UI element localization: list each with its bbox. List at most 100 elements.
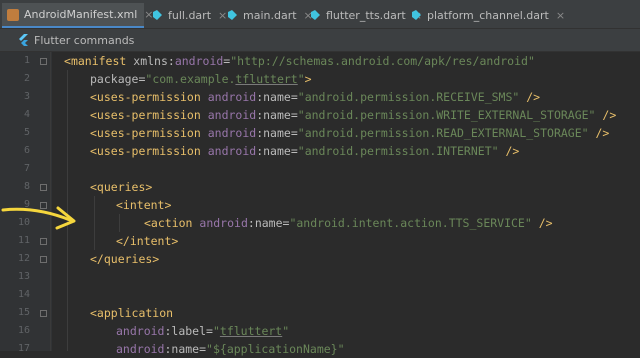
- token: package: [90, 72, 139, 86]
- token: <uses-permission: [90, 90, 201, 104]
- indent-guide: [119, 214, 120, 232]
- tab-androidmanifest-xml[interactable]: AndroidManifest.xml ×: [2, 3, 153, 28]
- token: =: [199, 342, 207, 356]
- code-line-5: <uses-permission android:name="android.p…: [90, 124, 609, 142]
- token: android: [207, 108, 257, 122]
- token: "com.example.: [145, 72, 236, 86]
- token: label: [171, 324, 207, 338]
- token: <uses-permission: [90, 144, 201, 158]
- token: android: [116, 342, 165, 356]
- token: tfluttert: [235, 72, 298, 86]
- dart-file-icon: [153, 10, 162, 20]
- close-tab-icon[interactable]: ×: [556, 9, 565, 22]
- line-number: 8: [23, 181, 30, 192]
- token: <action: [144, 216, 193, 230]
- token: "android.permission.INTERNET": [297, 144, 499, 158]
- line-number: 4: [23, 109, 30, 120]
- token: :: [167, 54, 175, 68]
- code-line-6: <uses-permission android:name="android.p…: [90, 142, 519, 160]
- token: android: [207, 90, 257, 104]
- token: "android.intent.action.TTS_SERVICE": [289, 216, 532, 230]
- indent-guide: [94, 196, 95, 250]
- tab-main-dart[interactable]: main.dart ×: [221, 3, 313, 27]
- code-line-15: <application: [90, 306, 174, 320]
- token: <uses-permission: [90, 126, 201, 140]
- token: android: [207, 144, 257, 158]
- tab-label: AndroidManifest.xml: [24, 8, 138, 21]
- tab-flutter-tts-dart[interactable]: flutter_tts.dart ×: [304, 3, 422, 27]
- token: name: [263, 126, 291, 140]
- token: =: [290, 90, 298, 104]
- token: "android.permission.RECEIVE_SMS": [297, 90, 520, 104]
- code-line-17: android:name="${applicationName}": [116, 340, 345, 358]
- line-number: 11: [17, 235, 30, 246]
- code-line-9: <intent>: [116, 198, 172, 212]
- token: manifest: [70, 54, 127, 68]
- token: />: [498, 144, 520, 158]
- token: >: [304, 72, 312, 86]
- fold-marker-icon[interactable]: [40, 58, 47, 65]
- line-number: 16: [17, 325, 30, 336]
- token: "http://schemas.android.com/apk/res/andr…: [230, 54, 535, 68]
- token: android: [116, 324, 165, 338]
- token: :: [247, 216, 255, 230]
- token: "${applicationName}": [206, 342, 345, 356]
- token: />: [588, 126, 610, 140]
- tab-label: platform_channel.dart: [427, 8, 549, 22]
- line-number: 12: [17, 253, 30, 264]
- flutter-commands-bar[interactable]: Flutter commands: [0, 29, 640, 52]
- token: name: [263, 144, 291, 158]
- token: ": [212, 324, 220, 338]
- fold-marker-icon[interactable]: [40, 256, 47, 263]
- code-line-4: <uses-permission android:name="android.p…: [90, 106, 616, 124]
- token: ": [282, 324, 290, 338]
- line-number: 17: [17, 343, 30, 354]
- line-number: 2: [23, 73, 30, 84]
- token: />: [519, 90, 541, 104]
- token: <uses-permission: [90, 108, 201, 122]
- tab-platform-channel-dart[interactable]: platform_channel.dart ×: [405, 3, 565, 27]
- line-number: 6: [23, 145, 30, 156]
- token: =: [290, 108, 298, 122]
- xml-file-icon: [7, 8, 19, 21]
- code-line-8: <queries>: [90, 180, 153, 194]
- code-line-2: package="com.example.tfluttert">: [90, 70, 312, 88]
- line-number: 13: [17, 271, 30, 282]
- tab-label: main.dart: [243, 8, 297, 22]
- token: =: [206, 324, 213, 338]
- token: <: [64, 54, 71, 68]
- token: =: [290, 126, 298, 140]
- tab-full-dart[interactable]: full.dart ×: [146, 3, 227, 27]
- line-number: 5: [23, 127, 30, 138]
- token: "android.permission.READ_EXTERNAL_STORAG…: [297, 126, 589, 140]
- editor-tab-bar: AndroidManifest.xml × full.dart × main.d…: [0, 0, 640, 29]
- dart-file-icon: [228, 10, 237, 20]
- code-editor[interactable]: <manifest xmlns:android="http://schemas.…: [64, 52, 640, 356]
- token: name: [254, 216, 283, 230]
- token: />: [595, 108, 617, 122]
- token: android: [199, 216, 248, 230]
- line-number: 14: [17, 289, 30, 300]
- dart-file-icon: [311, 10, 320, 20]
- token: android: [207, 126, 257, 140]
- fold-marker-icon[interactable]: [40, 238, 47, 245]
- token: "android.permission.WRITE_EXTERNAL_STORA…: [297, 108, 596, 122]
- fold-marker-icon[interactable]: [40, 310, 47, 317]
- token: tfluttert: [219, 324, 283, 338]
- token: android: [174, 54, 224, 68]
- line-number: 15: [17, 307, 30, 318]
- token: name: [171, 342, 200, 356]
- line-number: 1: [23, 55, 30, 66]
- code-line-11: </intent>: [116, 234, 179, 248]
- line-number: 7: [23, 163, 30, 174]
- code-line-12: </queries>: [90, 252, 160, 266]
- code-line-1: <manifest xmlns:android="http://schemas.…: [64, 52, 535, 70]
- yellow-arrow-icon: [1, 206, 76, 230]
- flutter-icon: [19, 34, 28, 46]
- fold-marker-icon[interactable]: [40, 184, 47, 191]
- token: name: [263, 108, 291, 122]
- token: xmlns: [133, 54, 168, 68]
- code-line-3: <uses-permission android:name="android.p…: [90, 88, 540, 106]
- line-number: 3: [23, 91, 30, 102]
- token: />: [531, 216, 553, 230]
